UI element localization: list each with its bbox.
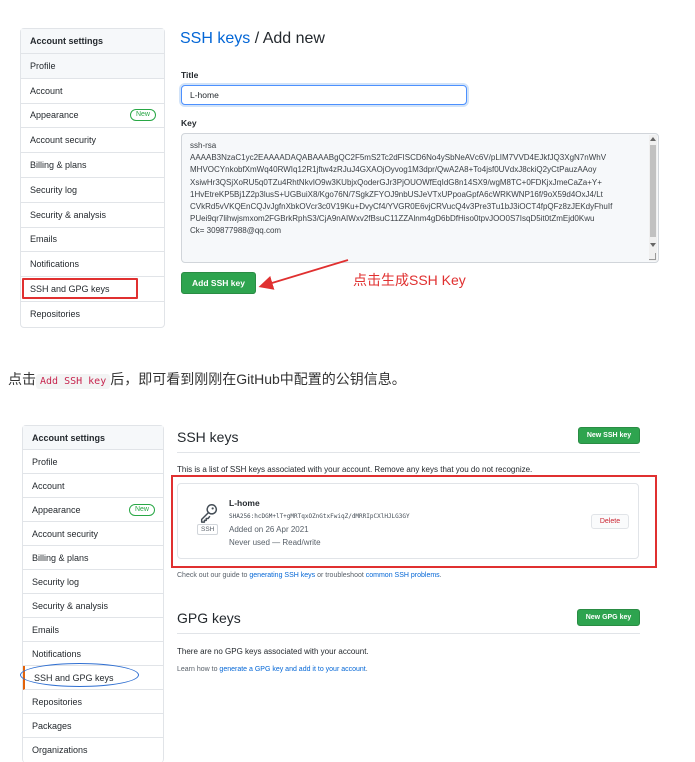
sidebar-item-appearance[interactable]: Appearance New [21, 104, 164, 129]
key-line: ssh-rsa [190, 141, 217, 150]
new-ssh-key-button[interactable]: New SSH key [578, 427, 640, 444]
sidebar-item-billing[interactable]: Billing & plans [23, 546, 163, 570]
sidebar-item-emails[interactable]: Emails [21, 228, 164, 253]
highlight-box-ssh-gpg [22, 278, 138, 299]
ssh-keys-info: This is a list of SSH keys associated wi… [177, 465, 533, 474]
key-textarea[interactable]: ssh-rsa AAAAB3NzaC1yc2EAAAADAQABAAABgQC2… [181, 133, 659, 263]
key-line: XsiwHr3QSjXoRU5q0TZu4RhtNkvIO9w3KUbjxQod… [190, 177, 602, 187]
sidebar-item-organizations[interactable]: Organizations [23, 738, 163, 762]
add-ssh-key-button[interactable]: Add SSH key [181, 272, 256, 294]
divider [177, 452, 640, 453]
page-title: SSH keys / Add new [180, 30, 325, 48]
ssh-keys-heading: SSH keys [177, 429, 239, 445]
new-badge: New [128, 503, 155, 516]
scroll-up-arrow-icon[interactable] [650, 137, 656, 141]
new-gpg-key-button[interactable]: New GPG key [577, 609, 640, 626]
article-paragraph: 点击 Add SSH key 后，即可看到刚刚在GitHub中配置的公钥信息。 [8, 371, 406, 389]
sidebar-header: Account settings [21, 29, 164, 54]
gpg-help-text: Learn how to generate a GPG key and add … [177, 666, 368, 673]
sidebar-header: Account settings [23, 426, 163, 450]
sidebar-item-account-security[interactable]: Account security [21, 128, 164, 154]
breadcrumb-separator: / [254, 30, 260, 47]
breadcrumb-ssh-keys-link[interactable]: SSH keys [180, 30, 250, 47]
scroll-down-arrow-icon[interactable] [650, 243, 656, 247]
gpg-keys-info: There are no GPG keys associated with yo… [177, 647, 369, 656]
key-line: 1HvEtreKP5Bj1Z2p3lusS+UGBuiX8/Kgo76N/7Sg… [190, 189, 603, 199]
sidebar-item-profile[interactable]: Profile [21, 54, 164, 79]
sidebar-item-account[interactable]: Account [21, 79, 164, 104]
annotation-arrow [258, 259, 349, 290]
generating-ssh-keys-link[interactable]: generating SSH keys [249, 572, 315, 579]
generate-gpg-key-link[interactable]: generate a GPG key and add it to your ac… [219, 666, 365, 673]
highlight-oval-ssh-gpg [20, 663, 139, 687]
settings-sidebar: Account settings Profile Account Appeara… [22, 425, 164, 762]
key-line: CVkRd5vVKQEnCQJvJgfnXbkOVcr3c0V19Ku+DvyC… [190, 202, 613, 212]
sidebar-item-security-log[interactable]: Security log [23, 570, 163, 594]
key-label: Key [181, 118, 197, 128]
gpg-keys-heading: GPG keys [177, 610, 241, 626]
divider [177, 633, 640, 634]
key-line: AAAAB3NzaC1yc2EAAAADAQABAAABgQC2F5mS2Tc2… [190, 153, 607, 163]
sidebar-item-security-analysis[interactable]: Security & analysis [23, 594, 163, 618]
sidebar-item-security-analysis[interactable]: Security & analysis [21, 203, 164, 228]
title-label: Title [181, 70, 199, 80]
sidebar-item-billing[interactable]: Billing & plans [21, 153, 164, 178]
ssh-help-text: Check out our guide to generating SSH ke… [177, 572, 442, 579]
resize-grip-icon[interactable] [649, 253, 656, 260]
screenshot-add-ssh-key: Account settings Profile Account Appeara… [0, 0, 695, 338]
sidebar-item-profile[interactable]: Profile [23, 450, 163, 474]
sidebar-item-repositories[interactable]: Repositories [21, 302, 164, 327]
scrollbar-thumb[interactable] [650, 145, 656, 237]
key-line: MHVOCYnkobfXmWq40RWIq12R1jftw4zRJuJ4GXAO… [190, 165, 597, 175]
inline-code: Add SSH key [36, 374, 111, 389]
sidebar-item-account[interactable]: Account [23, 474, 163, 498]
highlight-box-key [171, 475, 657, 568]
sidebar-item-appearance[interactable]: Appearance New [23, 498, 163, 522]
sidebar-item-emails[interactable]: Emails [23, 618, 163, 642]
breadcrumb-current: Add new [262, 30, 325, 47]
sidebar-item-repositories[interactable]: Repositories [23, 690, 163, 714]
sidebar-item-notifications[interactable]: Notifications [21, 252, 164, 278]
screenshot-ssh-keys-list: Account settings Profile Account Appeara… [0, 400, 695, 762]
title-input[interactable]: L-home [181, 85, 467, 105]
annotation-text: 点击生成SSH Key [353, 272, 466, 288]
sidebar-item-packages[interactable]: Packages [23, 714, 163, 738]
key-line: PUei9qr7lihwjsmxom2FGBrkRphS3/CjA9nAIWxv… [190, 214, 595, 224]
key-line: Ck= 309877988@qq.com [190, 226, 282, 236]
common-ssh-problems-link[interactable]: common SSH problems [366, 572, 440, 579]
sidebar-item-security-log[interactable]: Security log [21, 178, 164, 203]
new-badge: New [129, 109, 156, 122]
key-textarea-scrollbar[interactable] [649, 135, 657, 261]
sidebar-item-account-security[interactable]: Account security [23, 522, 163, 546]
